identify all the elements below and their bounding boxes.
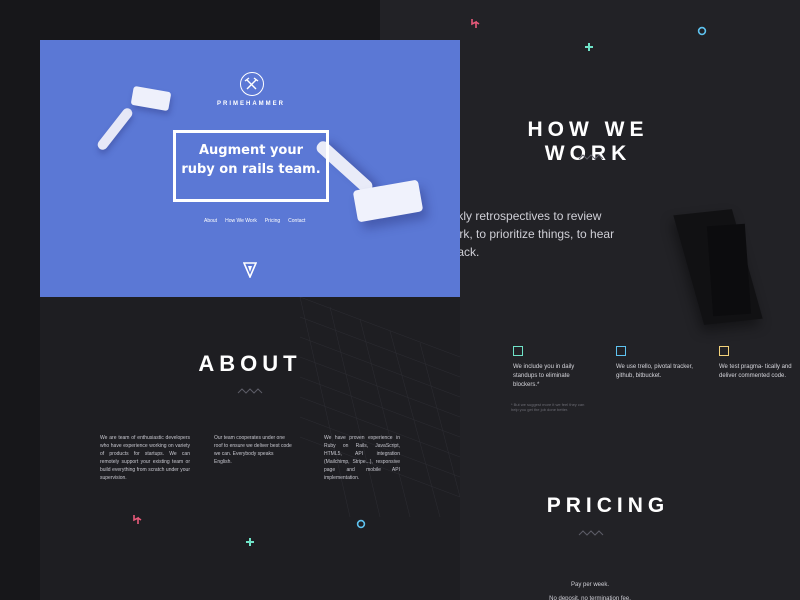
hero-navigation: About How We Work Pricing Contact [204, 218, 305, 224]
nav-link-contact[interactable]: Contact [288, 218, 305, 224]
how-line-1: eekly retrospectives to review [444, 209, 602, 223]
about-column-3: We have proven experience in Ruby on Rai… [324, 435, 400, 481]
scroll-down-icon[interactable] [243, 262, 257, 278]
about-title: ABOUT [198, 351, 302, 376]
squiggle-divider [578, 530, 604, 536]
square-bracket-icon [719, 346, 729, 356]
lightning-icon [133, 515, 142, 524]
square-bracket-icon [616, 346, 626, 356]
hammer-handle-image [95, 106, 135, 152]
feature-testing: We test pragma- tically and deliver comm… [719, 346, 799, 381]
feature-text: We include you in daily standups to elim… [513, 364, 575, 388]
nav-link-how-we-work[interactable]: How We Work [225, 218, 257, 224]
lightning-icon [471, 19, 480, 28]
headline-line-2: ruby on rails team. [181, 162, 321, 177]
landing-page-card: PRIMEHAMMER Augment your ruby on rails t… [40, 40, 460, 600]
feature-standups: We include you in daily standups to elim… [513, 346, 593, 390]
nav-link-about[interactable]: About [204, 218, 217, 224]
nav-link-pricing[interactable]: Pricing [265, 218, 280, 224]
canvas: HOW WE WORK eekly retrospectives to revi… [0, 0, 800, 600]
dark-hammer-shadow [706, 223, 752, 317]
pricing-line-2: No deposit, no termination fee. [549, 596, 631, 600]
logo-icon[interactable] [240, 72, 264, 96]
square-bracket-icon [513, 346, 523, 356]
hammer-head-image [130, 85, 172, 112]
feature-text: We use trello, pivotal tracker, github, … [616, 364, 693, 379]
pricing-text: Pay per week. No deposit, no termination… [540, 578, 640, 600]
crossed-hammers-icon [244, 77, 259, 90]
feature-tools: We use trello, pivotal tracker, github, … [616, 346, 696, 381]
feature-footnote: * But we suggest more it we feel they ca… [511, 402, 585, 412]
circle-icon [356, 519, 366, 529]
circle-icon [697, 26, 707, 36]
brand-name: PRIMEHAMMER [217, 101, 285, 107]
plus-icon [585, 43, 593, 51]
wireframe-grid-decoration [299, 297, 460, 517]
hero-section: PRIMEHAMMER Augment your ruby on rails t… [40, 40, 460, 297]
pricing-line-1: Pay per week. [570, 582, 610, 588]
feature-text: We test pragma- tically and deliver comm… [719, 364, 792, 379]
headline-line-1: Augment your [198, 143, 304, 158]
how-line-3: dback. [444, 245, 480, 259]
about-column-1: We are team of enthusiastic developers w… [100, 435, 190, 481]
headline-frame: Augment your ruby on rails team. [173, 130, 329, 202]
headline: Augment your ruby on rails team. [176, 141, 326, 179]
plus-icon [246, 538, 254, 546]
how-we-work-text: eekly retrospectives to review work, to … [444, 207, 694, 261]
squiggle-divider [237, 388, 263, 394]
about-column-2: Our team cooperates under one roof to en… [214, 435, 292, 465]
pricing-title: PRICING [546, 494, 670, 517]
how-line-2: work, to prioritize things, to hear [444, 227, 615, 241]
squiggle-divider [578, 154, 604, 160]
